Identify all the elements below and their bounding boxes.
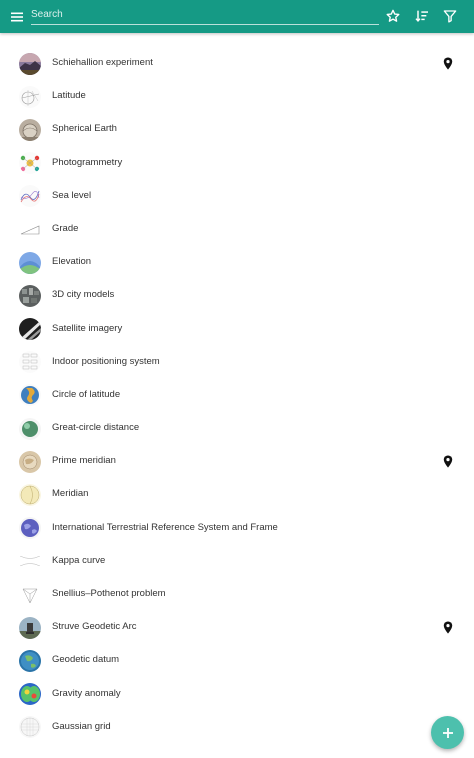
sort-icon[interactable] xyxy=(414,8,430,24)
filter-icon[interactable] xyxy=(442,8,458,24)
grade-thumbnail xyxy=(19,218,41,241)
globe-thumbnail xyxy=(19,384,41,407)
item-label: Prime meridian xyxy=(52,455,116,467)
menu-icon[interactable] xyxy=(10,10,24,24)
item-label: Circle of latitude xyxy=(52,388,121,400)
gaussian-grid-thumbnail xyxy=(19,716,41,739)
item-label: Grade xyxy=(52,222,79,234)
list-item[interactable]: Elevation xyxy=(0,246,474,279)
item-label: Latitude xyxy=(52,90,86,102)
city-models-thumbnail xyxy=(19,284,41,307)
mountain-thumbnail xyxy=(19,52,41,75)
latitude-diagram-thumbnail xyxy=(19,85,41,108)
list-item[interactable]: Struve Geodetic Arc xyxy=(0,611,474,644)
search-field xyxy=(31,4,379,25)
list-item[interactable]: Latitude xyxy=(0,80,474,113)
item-label: Snellius–Pothenot problem xyxy=(52,588,166,599)
list-item[interactable]: Meridian xyxy=(0,478,474,511)
star-icon[interactable] xyxy=(385,8,401,24)
kappa-curve-thumbnail xyxy=(19,550,41,573)
list-item[interactable]: Gaussian grid xyxy=(0,711,474,744)
item-label: Spherical Earth xyxy=(52,123,117,135)
list-item[interactable]: Sea level xyxy=(0,180,474,213)
list-item[interactable]: Prime meridian xyxy=(0,445,474,478)
app-bar xyxy=(0,0,474,33)
location-pin-icon[interactable] xyxy=(443,621,453,634)
photogrammetry-thumbnail xyxy=(19,152,41,175)
search-input[interactable] xyxy=(31,4,379,25)
item-label: Satellite imagery xyxy=(52,322,123,334)
list-item[interactable]: Indoor positioning system xyxy=(0,346,474,379)
item-label: International Terrestrial Reference Syst… xyxy=(52,521,278,533)
item-label: Geodetic datum xyxy=(52,654,120,666)
earth-thumbnail xyxy=(19,517,41,540)
elevation-thumbnail xyxy=(19,251,41,274)
list-item[interactable]: Circle of latitude xyxy=(0,379,474,412)
plus-icon xyxy=(442,727,453,738)
list-item[interactable]: Grade xyxy=(0,213,474,246)
add-button[interactable] xyxy=(431,716,464,749)
list-item[interactable]: Satellite imagery xyxy=(0,313,474,346)
item-label: Struve Geodetic Arc xyxy=(52,621,137,633)
list-item[interactable]: Great-circle distance xyxy=(0,412,474,445)
list-item[interactable]: Spherical Earth xyxy=(0,113,474,146)
item-label: Indoor positioning system xyxy=(52,355,160,367)
spherical-earth-thumbnail xyxy=(19,118,41,141)
article-list: Schiehallion experiment Latitude Spheric… xyxy=(0,47,474,744)
list-item[interactable]: Gravity anomaly xyxy=(0,678,474,711)
monument-thumbnail xyxy=(19,616,41,639)
item-label: Gaussian grid xyxy=(52,720,111,732)
list-item[interactable]: 3D city models xyxy=(0,279,474,312)
location-pin-icon[interactable] xyxy=(443,455,453,468)
satellite-thumbnail xyxy=(19,318,41,341)
gravity-map-thumbnail xyxy=(19,683,41,706)
item-label: Schiehallion experiment xyxy=(52,57,153,68)
list-item[interactable]: Kappa curve xyxy=(0,545,474,578)
item-label: 3D city models xyxy=(52,289,115,301)
meridian-thumbnail xyxy=(19,484,41,507)
list-item[interactable]: Geodetic datum xyxy=(0,644,474,677)
indoor-positioning-thumbnail xyxy=(19,351,41,374)
item-label: Meridian xyxy=(52,488,89,500)
datum-globe-thumbnail xyxy=(19,649,41,672)
item-label: Kappa curve xyxy=(52,554,106,566)
triangle-diagram-thumbnail xyxy=(19,583,41,606)
list-item[interactable]: Schiehallion experiment xyxy=(0,47,474,80)
item-label: Great-circle distance xyxy=(52,422,140,434)
item-label: Gravity anomaly xyxy=(52,687,121,699)
sea-level-thumbnail xyxy=(19,185,41,208)
item-label: Photogrammetry xyxy=(52,156,123,168)
item-label: Elevation xyxy=(52,256,92,268)
sphere-thumbnail xyxy=(19,417,41,440)
list-item[interactable]: International Terrestrial Reference Syst… xyxy=(0,512,474,545)
list-item[interactable]: Photogrammetry xyxy=(0,147,474,180)
item-label: Sea level xyxy=(52,189,92,201)
location-pin-icon[interactable] xyxy=(443,57,453,70)
map-thumbnail xyxy=(19,450,41,473)
list-item[interactable]: Snellius–Pothenot problem xyxy=(0,578,474,611)
